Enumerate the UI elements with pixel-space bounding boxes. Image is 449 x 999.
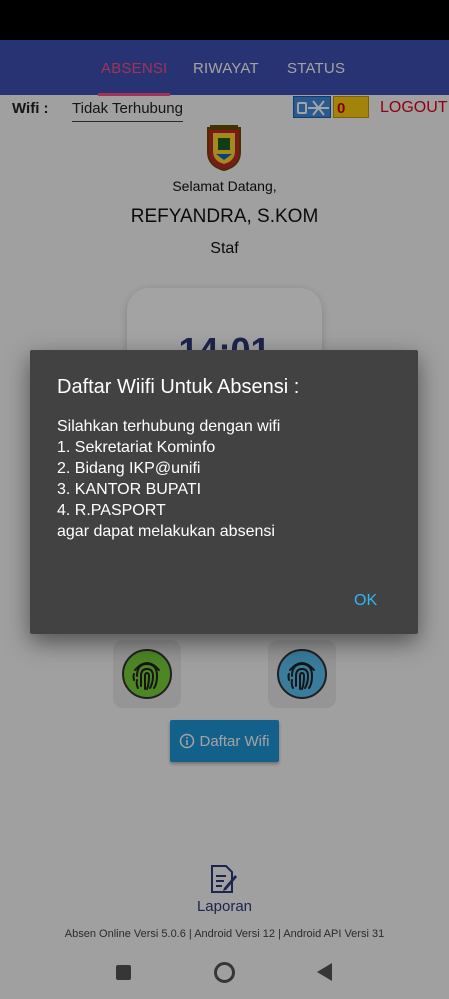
dialog-message: Silahkan terhubung dengan wifi 1. Sekret…: [57, 416, 280, 542]
wifi-list-dialog: Daftar Wiifi Untuk Absensi : Silahkan te…: [30, 350, 418, 634]
dialog-line: 4. R.PASPORT: [57, 502, 166, 519]
dialog-line: agar dapat melakukan absensi: [57, 523, 275, 540]
status-bar: [0, 0, 449, 40]
dialog-line: 3. KANTOR BUPATI: [57, 481, 202, 498]
dialog-line: 1. Sekretariat Kominfo: [57, 439, 216, 456]
dialog-title: Daftar Wiifi Untuk Absensi :: [57, 376, 300, 398]
dialog-line: Silahkan terhubung dengan wifi: [57, 418, 281, 435]
ok-button[interactable]: OK: [348, 590, 383, 612]
dialog-line: 2. Bidang IKP@unifi: [57, 460, 201, 477]
